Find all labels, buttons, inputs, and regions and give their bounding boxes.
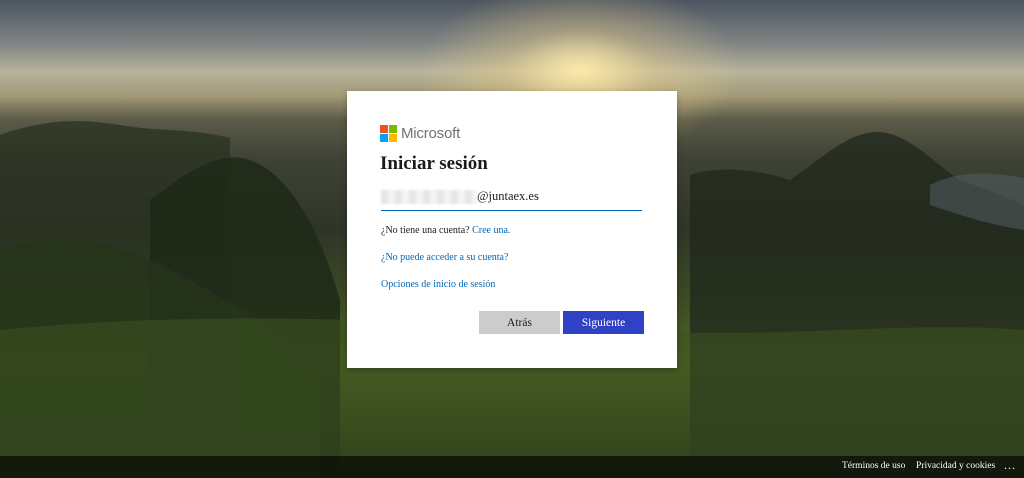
signin-options-link[interactable]: Opciones de inicio de sesión: [381, 279, 495, 290]
microsoft-squares-icon: [380, 124, 397, 142]
terms-link[interactable]: Términos de uso: [842, 461, 905, 471]
account-email-field[interactable]: @juntaex.es: [381, 187, 642, 211]
footer-bar: Términos de uso Privacidad y cookies ...: [0, 456, 1024, 478]
next-button[interactable]: Siguiente: [563, 311, 644, 334]
microsoft-logo: Microsoft: [380, 124, 460, 142]
signin-options-row: Opciones de inicio de sesión: [381, 279, 495, 290]
page-title: Iniciar sesión: [380, 153, 488, 174]
create-account-link[interactable]: Cree una.: [472, 225, 510, 236]
no-account-row: ¿No tiene una cuenta? Cree una.: [381, 225, 510, 236]
account-domain: @juntaex.es: [477, 189, 539, 203]
no-account-text: ¿No tiene una cuenta?: [381, 225, 470, 236]
more-options-icon[interactable]: ...: [1004, 458, 1016, 473]
redacted-username: [381, 190, 477, 204]
back-button[interactable]: Atrás: [479, 311, 560, 334]
privacy-link[interactable]: Privacidad y cookies: [916, 461, 995, 471]
cant-access-account-link[interactable]: ¿No puede acceder a su cuenta?: [381, 252, 508, 263]
cant-access-row: ¿No puede acceder a su cuenta?: [381, 252, 508, 263]
brand-name: Microsoft: [401, 124, 461, 142]
sign-in-dialog: Microsoft Iniciar sesión @juntaex.es ¿No…: [347, 91, 677, 368]
